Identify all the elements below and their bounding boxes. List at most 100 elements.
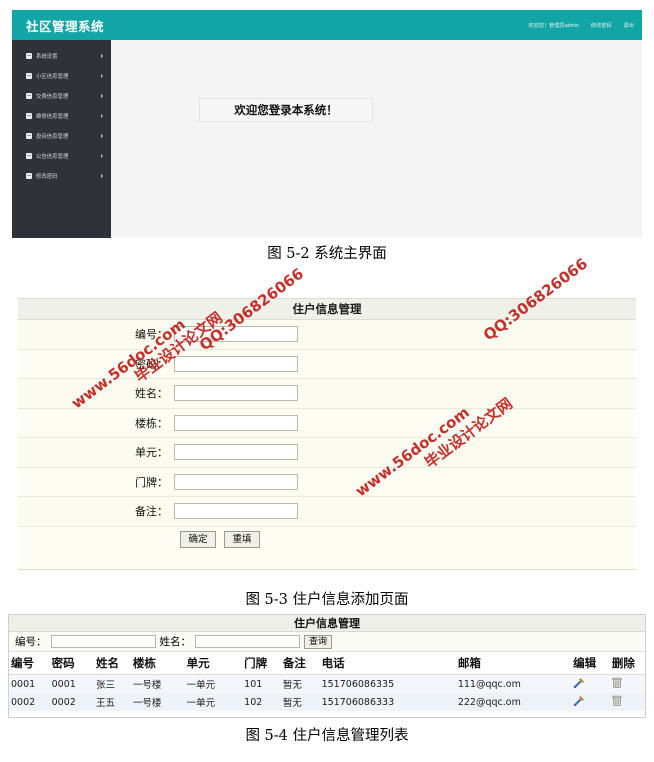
cell-delete[interactable]	[609, 693, 645, 711]
header-user-area: 欢迎您！管理员admin 修改密码 退出	[528, 22, 634, 29]
figure-caption-5-3: 图 5-3 住户信息添加页面	[245, 592, 409, 608]
figure-caption-5-4: 图 5-4 住户信息管理列表	[245, 728, 409, 744]
form-panel-title: 住户信息管理	[18, 299, 636, 320]
form-label-name: 姓名：	[135, 387, 168, 401]
trash-icon[interactable]	[612, 677, 622, 691]
sidebar-item-community-info[interactable]: 小区信息管理	[12, 66, 111, 86]
column-header-name: 姓名	[93, 652, 131, 675]
sidebar-item-system-settings[interactable]: 系统设置	[12, 46, 111, 66]
cell-note: 暂无	[280, 674, 320, 693]
app-header: 社区管理系统 欢迎您！管理员admin 修改密码 退出	[12, 10, 642, 40]
column-header-building: 楼栋	[130, 652, 185, 675]
sidebar-item-complaint-info[interactable]: 投诉信息管理	[12, 126, 111, 146]
column-header-email: 邮箱	[455, 652, 572, 675]
cell-unit: 一单元	[184, 674, 243, 693]
header-greeting: 欢迎您！管理员admin	[528, 22, 579, 29]
cell-phone: 151706086335	[319, 674, 456, 693]
form-input-unit[interactable]	[174, 444, 298, 461]
form-row-building: 楼栋：	[18, 408, 636, 438]
resident-list-screenshot: 住户信息管理 编号： 姓名： 查询 编号 密码 姓名 楼栋 单元 门牌 备注 电…	[8, 614, 646, 718]
form-action-bar: 确定 重填	[18, 526, 636, 553]
column-header-password: 密码	[49, 652, 94, 675]
chevron-right-icon	[101, 134, 103, 138]
sidebar-nav: 系统设置 小区信息管理 交费信息管理 维修信息管理 投诉信息管理 公告信息管理 …	[12, 40, 111, 238]
cell-note: 暂无	[280, 693, 320, 711]
sidebar-item-maintenance-info[interactable]: 维修信息管理	[12, 106, 111, 126]
form-input-name[interactable]	[174, 385, 298, 402]
welcome-message: 欢迎您登录本系统！	[199, 98, 373, 122]
cell-name: 张三	[93, 674, 131, 693]
form-input-id[interactable]	[174, 326, 298, 343]
column-header-edit: 编辑	[571, 652, 610, 675]
sidebar-item-label: 系统设置	[36, 54, 58, 60]
form-label-password: 密码：	[135, 357, 168, 371]
system-main-interface-screenshot: 社区管理系统 欢迎您！管理员admin 修改密码 退出 系统设置 小区信息管理 …	[12, 10, 642, 238]
sidebar-item-payment-info[interactable]: 交费信息管理	[12, 86, 111, 106]
wrench-hammer-icon[interactable]	[573, 677, 585, 691]
form-label-building: 楼栋：	[135, 416, 168, 430]
header-logout-link[interactable]: 退出	[624, 22, 634, 29]
search-button[interactable]: 查询	[304, 634, 333, 649]
folder-icon	[26, 133, 32, 139]
chevron-right-icon	[101, 54, 103, 58]
folder-icon	[26, 73, 32, 79]
cell-delete[interactable]	[609, 674, 645, 693]
sidebar-item-change-password[interactable]: 修改密码	[12, 166, 111, 186]
cell-door: 102	[242, 693, 281, 711]
form-row-unit: 单元：	[18, 438, 636, 468]
column-header-delete: 删除	[609, 652, 645, 675]
search-input-name[interactable]	[195, 635, 300, 648]
resident-table: 编号 密码 姓名 楼栋 单元 门牌 备注 电话 邮箱 编辑 删除 0001 00…	[9, 652, 645, 711]
form-input-building[interactable]	[174, 414, 298, 431]
form-row-name: 姓名：	[18, 379, 636, 409]
chevron-right-icon	[101, 94, 103, 98]
folder-icon	[26, 113, 32, 119]
column-header-note: 备注	[280, 652, 320, 675]
search-bar: 编号： 姓名： 查询	[9, 632, 645, 652]
submit-button[interactable]: 确定	[180, 531, 216, 548]
search-input-id[interactable]	[50, 635, 156, 648]
form-bottom-filler	[18, 552, 636, 569]
cell-password: 0001	[49, 674, 94, 693]
cell-id: 0001	[9, 674, 50, 693]
main-content-area: 欢迎您登录本系统！	[111, 40, 642, 238]
form-input-door[interactable]	[174, 473, 298, 490]
folder-icon	[26, 93, 32, 99]
wrench-hammer-icon[interactable]	[573, 695, 585, 709]
sidebar-item-label: 交费信息管理	[36, 94, 69, 100]
app-body: 系统设置 小区信息管理 交费信息管理 维修信息管理 投诉信息管理 公告信息管理 …	[12, 40, 642, 238]
column-header-unit: 单元	[184, 652, 243, 675]
list-panel-title: 住户信息管理	[9, 615, 645, 632]
form-label-unit: 单元：	[135, 446, 168, 460]
cell-building: 一号楼	[130, 693, 185, 711]
form-label-note: 备注：	[135, 505, 168, 519]
reset-button[interactable]: 重填	[224, 531, 260, 548]
trash-icon[interactable]	[612, 695, 622, 709]
chevron-right-icon	[101, 154, 103, 158]
header-change-password-link[interactable]: 修改密码	[591, 22, 612, 29]
search-label-name: 姓名：	[159, 636, 192, 648]
cell-unit: 一单元	[184, 693, 243, 711]
form-input-note[interactable]	[174, 503, 298, 520]
cell-edit[interactable]	[571, 674, 610, 693]
folder-icon	[26, 173, 32, 179]
cell-phone: 151706086333	[319, 693, 456, 711]
form-input-password[interactable]	[174, 355, 298, 372]
cell-name: 王五	[93, 693, 131, 711]
folder-icon	[26, 53, 32, 59]
table-row: 0001 0001 张三 一号楼 一单元 101 暂无 151706086335…	[9, 674, 645, 693]
sidebar-item-announcement-info[interactable]: 公告信息管理	[12, 146, 111, 166]
cell-building: 一号楼	[130, 674, 185, 693]
sidebar-item-label: 维修信息管理	[36, 114, 69, 120]
cell-id: 0002	[9, 693, 50, 711]
search-label-id: 编号：	[15, 636, 47, 648]
sidebar-item-label: 公告信息管理	[36, 154, 69, 160]
column-header-id: 编号	[9, 652, 50, 675]
table-header-row: 编号 密码 姓名 楼栋 单元 门牌 备注 电话 邮箱 编辑 删除	[9, 652, 645, 675]
app-title: 社区管理系统	[26, 19, 105, 34]
form-row-note: 备注：	[18, 497, 636, 527]
sidebar-item-label: 小区信息管理	[36, 74, 69, 80]
cell-edit[interactable]	[571, 693, 610, 711]
form-row-door: 门牌：	[18, 467, 636, 497]
form-row-id: 编号：	[18, 320, 636, 350]
